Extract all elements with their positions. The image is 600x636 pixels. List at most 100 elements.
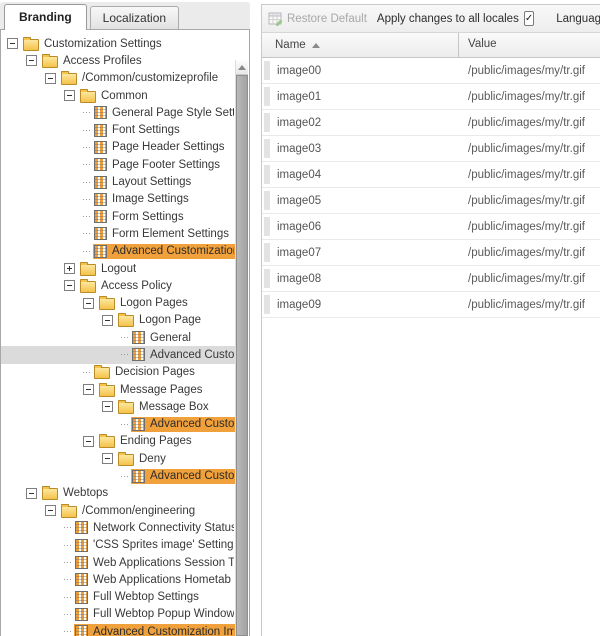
tree-item[interactable]: Full Webtop Settings [1,589,236,606]
tree-item-content[interactable]: Access Profiles [41,53,236,69]
value-cell[interactable]: /public/images/my/tr.gif [459,221,600,233]
table-row[interactable]: image09/public/images/my/tr.gif [262,292,600,318]
tab-localization[interactable]: Localization [90,6,179,29]
tree-item-content[interactable]: Form Element Settings [93,226,236,241]
collapse-icon[interactable] [64,280,75,291]
tree-item-content[interactable]: Message Pages [98,382,236,398]
value-cell[interactable]: /public/images/my/tr.gif [459,143,600,155]
tree-item[interactable]: Image Settings [1,191,236,208]
tree-item[interactable]: Page Footer Settings [1,156,236,173]
tree-scrollbar[interactable] [235,60,248,636]
tree-item[interactable]: Ending Pages [1,433,236,450]
tree-item-content[interactable]: Layout Settings [93,175,236,190]
column-header-value[interactable]: Value [459,33,600,57]
collapse-icon[interactable] [102,401,113,412]
tree-item-content[interactable]: Image Settings [93,192,236,207]
table-row[interactable]: image08/public/images/my/tr.gif [262,266,600,292]
tree-item-selected[interactable]: Advanced Customiza [131,469,236,484]
tree-item[interactable]: Web Applications Hometab Se [1,571,236,588]
scrollbar-up-icon[interactable] [236,60,248,75]
tree-item-content[interactable]: Web Applications Hometab Se [74,572,236,587]
tree-item-content[interactable]: Customization Settings [22,36,236,52]
collapse-icon[interactable] [7,38,18,49]
tree-item-content[interactable]: Logon Page [117,312,236,328]
tree-item-selected[interactable]: Advanced Customization Im [93,244,236,259]
tree-item[interactable]: Common [1,87,236,104]
value-cell[interactable]: /public/images/my/tr.gif [459,65,600,77]
tree-item-content[interactable]: /Common/customizeprofile [60,70,236,86]
tree-item-content[interactable]: Message Box [117,399,236,415]
tree-item[interactable]: Advanced Customiza [1,346,236,363]
table-row[interactable]: image02/public/images/my/tr.gif [262,110,600,136]
tree-item[interactable]: Network Connectivity Status Ico [1,519,236,536]
tree-item-content[interactable]: Full Webtop Settings [74,590,236,605]
tree-item-content[interactable]: Network Connectivity Status Ico [74,520,236,535]
column-header-name[interactable]: Name [262,33,459,57]
tree-item-content[interactable]: Ending Pages [98,433,236,449]
tree-item-content[interactable]: Deny [117,451,236,467]
collapse-icon[interactable] [83,436,94,447]
tree-item-content[interactable]: Page Header Settings [93,140,236,155]
expand-icon[interactable] [64,263,75,274]
tree-item[interactable]: Form Element Settings [1,225,236,242]
collapse-icon[interactable] [83,384,94,395]
tree-item[interactable]: Decision Pages [1,364,236,381]
collapse-icon[interactable] [102,315,113,326]
table-row[interactable]: image06/public/images/my/tr.gif [262,214,600,240]
apply-changes-checkbox[interactable]: ✓ [524,11,534,26]
collapse-icon[interactable] [26,488,37,499]
collapse-icon[interactable] [45,73,56,84]
tree-item[interactable]: Deny [1,450,236,467]
tree-item-selected[interactable]: Advanced Customization Imag [74,624,236,636]
table-row[interactable]: image04/public/images/my/tr.gif [262,162,600,188]
tree-item-content[interactable]: General [131,330,236,345]
table-row[interactable]: image01/public/images/my/tr.gif [262,84,600,110]
tree-item[interactable]: Advanced Customiza [1,416,236,433]
tree-item[interactable]: Layout Settings [1,173,236,190]
table-row[interactable]: image03/public/images/my/tr.gif [262,136,600,162]
tree-item[interactable]: Advanced Customiza [1,467,236,484]
value-cell[interactable]: /public/images/my/tr.gif [459,247,600,259]
collapse-icon[interactable] [102,453,113,464]
scrollbar-thumb[interactable] [236,75,248,636]
tree-item-content[interactable]: Decision Pages [93,364,236,380]
tree-item-content[interactable]: Logout [79,261,236,277]
tree-item[interactable]: Access Policy [1,277,236,294]
tree-item[interactable]: Logon Page [1,312,236,329]
value-cell[interactable]: /public/images/my/tr.gif [459,117,600,129]
tree-item-content[interactable]: 'CSS Sprites image' Settings [74,538,236,553]
tab-branding[interactable]: Branding [4,4,87,30]
tree-item[interactable]: Logout [1,260,236,277]
tree-item-content[interactable]: Web Applications Session Tim [74,555,236,570]
tree-item[interactable]: Webtops [1,485,236,502]
tree-item-selected[interactable]: Advanced Customiza [131,417,236,432]
tree-item[interactable]: Web Applications Session Tim [1,554,236,571]
tree-item[interactable]: Logon Pages [1,294,236,311]
collapse-icon[interactable] [83,298,94,309]
tree-item[interactable]: Message Pages [1,381,236,398]
tree-item[interactable]: Customization Settings [1,35,236,52]
tree-item[interactable]: /Common/customizeprofile [1,70,236,87]
restore-default-button[interactable]: Restore Default [268,11,367,26]
tree-item-content[interactable]: Common [79,88,236,104]
tree-item-content[interactable]: Font Settings [93,123,236,138]
value-cell[interactable]: /public/images/my/tr.gif [459,273,600,285]
tree-item[interactable]: Form Settings [1,208,236,225]
tree-item[interactable]: Message Box [1,398,236,415]
table-row[interactable]: image07/public/images/my/tr.gif [262,240,600,266]
tree-item-content[interactable]: General Page Style Settings [93,105,236,120]
tree-item-content[interactable]: Logon Pages [98,295,236,311]
value-cell[interactable]: /public/images/my/tr.gif [459,195,600,207]
tree-item-content[interactable]: Advanced Customiza [131,347,236,362]
tree-item[interactable]: Font Settings [1,121,236,138]
value-cell[interactable]: /public/images/my/tr.gif [459,299,600,311]
tree-item-content[interactable]: Page Footer Settings [93,157,236,172]
tree-item[interactable]: Advanced Customization Im [1,243,236,260]
collapse-icon[interactable] [45,505,56,516]
tree-item[interactable]: Full Webtop Popup Window Se [1,606,236,623]
tree-item[interactable]: /Common/engineering [1,502,236,519]
tree-item-content[interactable]: Form Settings [93,209,236,224]
tree-item-content[interactable]: /Common/engineering [60,503,236,519]
tree-item[interactable]: Advanced Customization Imag [1,623,236,636]
tree-item[interactable]: 'CSS Sprites image' Settings [1,537,236,554]
